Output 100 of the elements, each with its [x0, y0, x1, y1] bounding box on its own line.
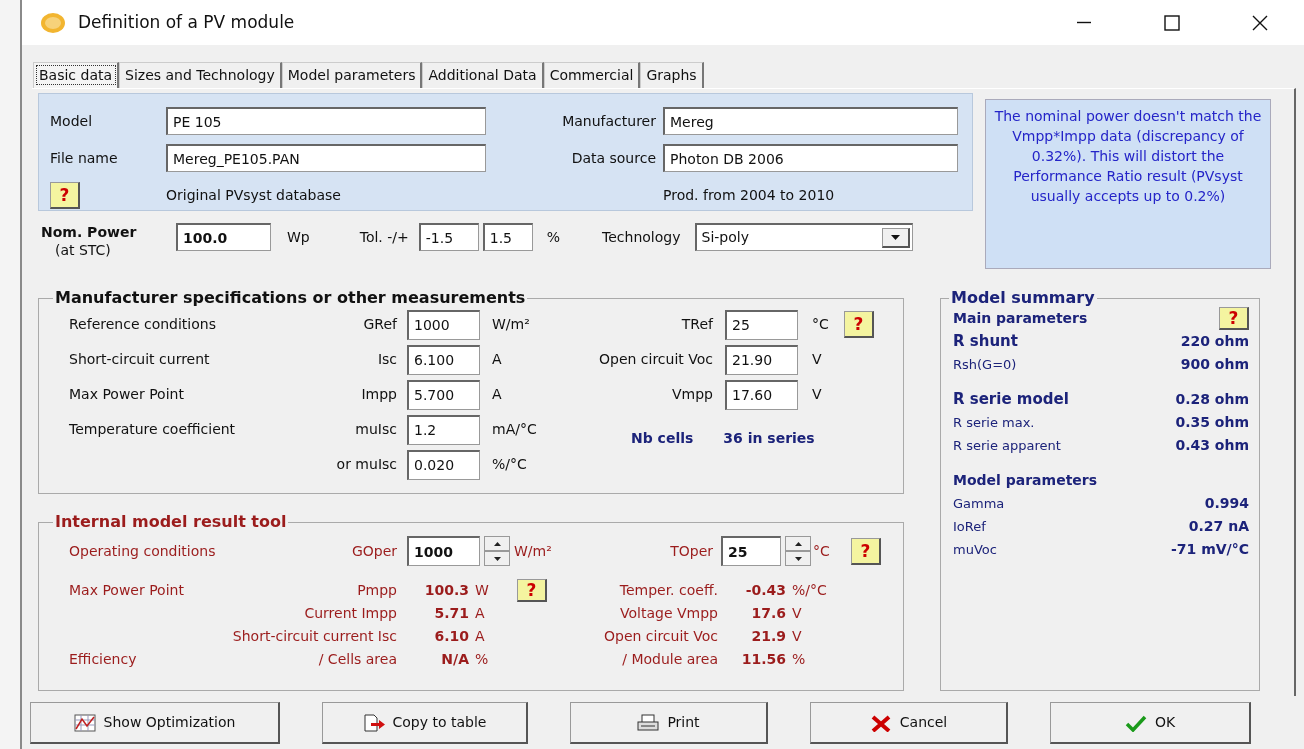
- spin-down-button[interactable]: [785, 551, 811, 566]
- dialog-button[interactable]: Print: [570, 702, 768, 744]
- input-field[interactable]: Photon DB 2006: [663, 144, 958, 173]
- parameter-value: 0.43 ohm: [1175, 436, 1249, 455]
- dialog-button[interactable]: OK: [1050, 702, 1251, 744]
- input-field[interactable]: 1000: [407, 536, 480, 566]
- quantity-label: Vmpp: [671, 385, 714, 404]
- help-button[interactable]: ?: [50, 181, 80, 209]
- source-text: Original PVsyst database: [166, 185, 342, 205]
- input-field[interactable]: 100.0: [176, 223, 271, 251]
- input-field[interactable]: 25: [725, 309, 798, 340]
- dialog-button[interactable]: Cancel: [810, 702, 1008, 744]
- cross-icon: [869, 713, 892, 732]
- field-label: Manufacturer: [561, 111, 657, 131]
- maximize-icon: [1163, 13, 1181, 32]
- unit-label: %: [546, 228, 561, 247]
- dialog-button[interactable]: Copy to table: [322, 702, 528, 744]
- parameter-label: Rsh(G=0): [953, 355, 1017, 374]
- help-button[interactable]: ?: [844, 311, 874, 338]
- unit-label: V: [791, 627, 803, 646]
- up-arrow-icon: [493, 541, 501, 546]
- field-label: Temperature coefficient: [69, 420, 236, 439]
- window-title: Definition of a PV module: [78, 10, 295, 34]
- unit-label: W/m²: [491, 315, 531, 334]
- group-title: Internal model result tool: [54, 513, 288, 531]
- tab[interactable]: Model parameters: [281, 62, 423, 88]
- production-text: Prod. from 2004 to 2010: [663, 185, 836, 205]
- quantity-label: Isc: [376, 350, 398, 369]
- close-icon: [1251, 13, 1269, 32]
- input-field[interactable]: PE 105: [166, 107, 486, 136]
- down-arrow-icon: [794, 556, 802, 561]
- unit-label: °C: [811, 315, 830, 334]
- parameter-value: 0.27 nA: [1188, 517, 1249, 536]
- help-button[interactable]: ?: [851, 537, 881, 565]
- dialog-button[interactable]: Show Optimization: [30, 702, 280, 744]
- spin-up-button[interactable]: [484, 536, 510, 551]
- unit-label: °C: [812, 541, 831, 561]
- field-label: Short-circuit current: [69, 350, 210, 369]
- value-text: 100.3: [423, 581, 469, 600]
- down-arrow-icon: [493, 556, 501, 561]
- input-field[interactable]: 1.2: [407, 414, 480, 445]
- spin-down-button[interactable]: [484, 551, 510, 566]
- input-field[interactable]: 1000: [407, 309, 480, 340]
- value-text: 17.6: [750, 604, 786, 623]
- tab[interactable]: Graphs: [640, 62, 704, 88]
- unit-label: %: [474, 650, 490, 669]
- quantity-label: Temper. coeff.: [618, 581, 719, 600]
- input-field[interactable]: 5.700: [407, 379, 480, 410]
- input-field[interactable]: 17.60: [725, 379, 798, 410]
- field-label: Tol. -/+: [359, 228, 409, 247]
- quantity-label: Voltage Vmpp: [619, 604, 719, 623]
- parameter-value: -71 mV/°C: [1171, 540, 1249, 559]
- unit-label: A: [474, 604, 486, 623]
- unit-label: V: [791, 604, 803, 623]
- document-arrow-icon: [362, 713, 385, 732]
- input-field[interactable]: 6.100: [407, 344, 480, 375]
- spin-up-button[interactable]: [785, 536, 811, 551]
- quantity-label: / Cells area: [317, 650, 398, 669]
- warning-message: The nominal power doesn't match the Vmpp*Impp data (discrepancy of 0.32%). This will distort the Performance Ratio result (PVsyst usually accepts up to 0.2%): [985, 99, 1271, 269]
- parameter-value: 0.35 ohm: [1175, 413, 1249, 432]
- input-field[interactable]: 21.90: [725, 344, 798, 375]
- quantity-label: Current Impp: [303, 604, 398, 623]
- input-field[interactable]: 1.5: [482, 223, 533, 251]
- value-text: -0.43: [744, 581, 786, 600]
- tab[interactable]: Additional Data: [422, 62, 544, 88]
- tab[interactable]: Basic data: [33, 62, 120, 88]
- field-label: Nb cells: [631, 429, 694, 448]
- field-sublabel: (at STC): [54, 241, 112, 259]
- unit-label: Wp: [287, 228, 310, 247]
- unit-label: %: [791, 650, 807, 669]
- quantity-label: / Module area: [621, 650, 719, 669]
- field-label: Reference conditions: [69, 315, 216, 334]
- input-field[interactable]: Mereg: [663, 107, 958, 136]
- unit-label: W: [474, 581, 490, 600]
- parameter-label: R shunt: [953, 331, 1018, 353]
- unit-label: V: [811, 385, 823, 404]
- input-field[interactable]: 0.020: [407, 449, 480, 480]
- unit-label: V: [811, 350, 823, 369]
- input-field[interactable]: 25: [721, 536, 781, 566]
- input-field[interactable]: -1.5: [418, 223, 479, 251]
- group-title: Model summary: [950, 289, 1096, 307]
- field-label: Technology: [602, 228, 681, 247]
- input-field[interactable]: Mereg_PE105.PAN: [166, 144, 486, 173]
- help-button[interactable]: ?: [1219, 307, 1249, 330]
- unit-label: A: [491, 385, 503, 404]
- parameter-value: 0.28 ohm: [1175, 390, 1249, 409]
- tab[interactable]: Sizes and Technology: [119, 62, 282, 88]
- parameter-value: 0.994: [1204, 494, 1249, 513]
- tab[interactable]: Commercial: [543, 62, 641, 88]
- quantity-label: TRef: [680, 315, 715, 334]
- chart-icon: [73, 713, 96, 732]
- field-label: Nom. Power: [41, 223, 138, 241]
- quantity-label: GOper: [350, 541, 398, 561]
- unit-label: %/°C: [491, 455, 528, 474]
- technology-dropdown[interactable]: Si-poly: [694, 223, 913, 251]
- help-button[interactable]: ?: [517, 579, 547, 602]
- quantity-label: Impp: [360, 385, 398, 404]
- app-logo-icon: [40, 11, 66, 34]
- value-text: 5.71: [433, 604, 469, 623]
- up-arrow-icon: [794, 541, 802, 546]
